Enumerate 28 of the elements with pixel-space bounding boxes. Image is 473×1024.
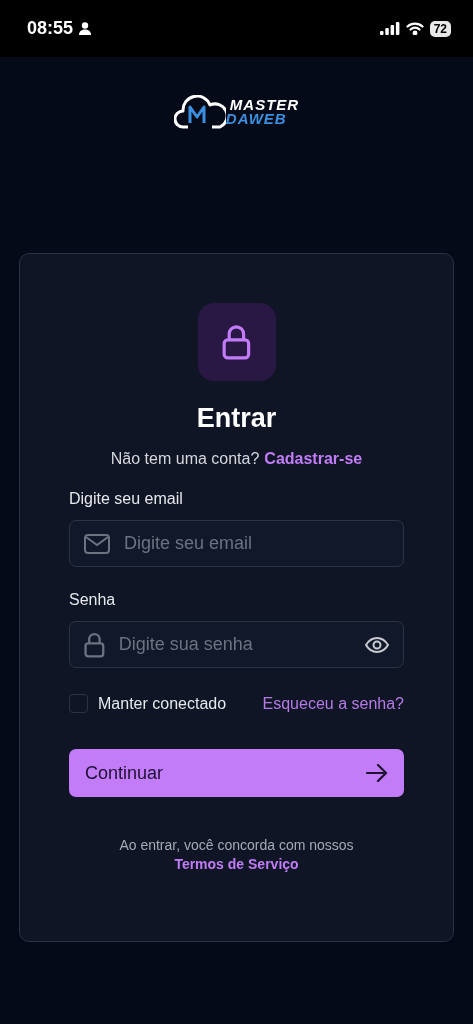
- signal-icon: [379, 22, 400, 35]
- field-label: Senha: [69, 591, 117, 609]
- signup-prompt: Não tem uma conta?: [110, 450, 260, 468]
- field-label: Digite seu email: [69, 490, 184, 508]
- terms-notice: Ao entrar, você concorda com nossos Termos de Serviço: [118, 836, 355, 874]
- lock-icon: [222, 324, 251, 360]
- logo-text: MASTER: [229, 98, 300, 112]
- login-title: Entrar: [196, 403, 277, 434]
- eye-icon[interactable]: [365, 636, 389, 653]
- remember-checkbox[interactable]: [69, 694, 88, 713]
- lock-icon: [84, 631, 105, 658]
- envelope-icon: [84, 533, 110, 554]
- status-time: 08:55: [27, 18, 74, 39]
- terms-link[interactable]: Termos de Serviço: [174, 856, 299, 872]
- continue-button[interactable]: Continuar: [69, 749, 404, 797]
- signup-link[interactable]: Cadastrar-se: [264, 450, 363, 468]
- text-input[interactable]: Digite seu email: [122, 532, 389, 555]
- arrow-right-icon: [366, 764, 388, 782]
- password-field[interactable]: Digite sua senha: [69, 621, 404, 668]
- cloud-logo-icon: [173, 95, 226, 129]
- remember-label: Manter conectado: [98, 694, 227, 713]
- wifi-icon: [405, 22, 424, 35]
- battery-level: 72: [429, 20, 451, 37]
- forgot-password-link[interactable]: Esqueceu a senha?: [262, 694, 404, 713]
- person-icon: [79, 22, 92, 35]
- text-input[interactable]: Digite sua senha: [116, 633, 353, 656]
- email-field[interactable]: Digite seu email: [69, 520, 404, 567]
- logo-text: DAWEB: [225, 112, 288, 126]
